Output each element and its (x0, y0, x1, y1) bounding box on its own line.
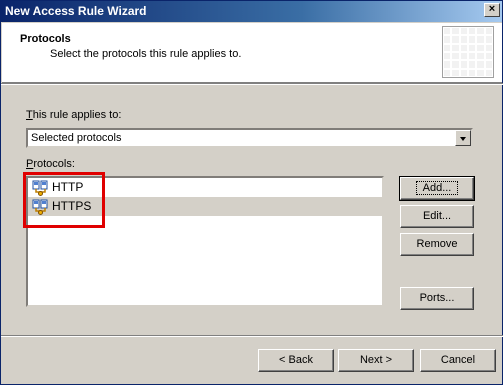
title-bar[interactable]: New Access Rule Wizard × (1, 1, 502, 22)
cancel-button[interactable]: Cancel (420, 349, 496, 372)
wizard-graphic-icon (442, 26, 494, 78)
chevron-down-icon[interactable] (455, 130, 471, 146)
ports-button[interactable]: Ports... (400, 287, 474, 310)
protocol-icon (32, 199, 48, 215)
add-button[interactable]: Add... (399, 176, 475, 201)
page-title: Protocols (20, 33, 71, 45)
remove-button[interactable]: Remove (400, 233, 474, 256)
list-item[interactable]: HTTP (28, 178, 382, 197)
window-title: New Access Rule Wizard (5, 4, 147, 18)
applies-to-label: This rule applies to: (26, 109, 122, 121)
applies-to-value: Selected protocols (31, 132, 122, 144)
next-button[interactable]: Next > (338, 349, 414, 372)
wizard-window: New Access Rule Wizard × Protocols Selec… (0, 0, 503, 385)
close-button[interactable]: × (484, 3, 500, 17)
back-button[interactable]: < Back (258, 349, 334, 372)
header-divider (1, 83, 503, 85)
protocol-icon (32, 180, 48, 196)
footer-divider (1, 335, 503, 337)
wizard-header: Protocols Select the protocols this rule… (2, 23, 502, 83)
edit-button[interactable]: Edit... (400, 205, 474, 228)
protocols-label: Protocols: (26, 158, 75, 170)
list-item-label: HTTP (52, 180, 84, 194)
applies-to-select[interactable]: Selected protocols (26, 128, 473, 148)
page-subtitle: Select the protocols this rule applies t… (50, 48, 242, 60)
protocols-listbox[interactable]: HTTP HTTPS (26, 176, 384, 307)
list-item[interactable]: HTTPS (28, 197, 382, 216)
list-item-label: HTTPS (52, 199, 92, 213)
